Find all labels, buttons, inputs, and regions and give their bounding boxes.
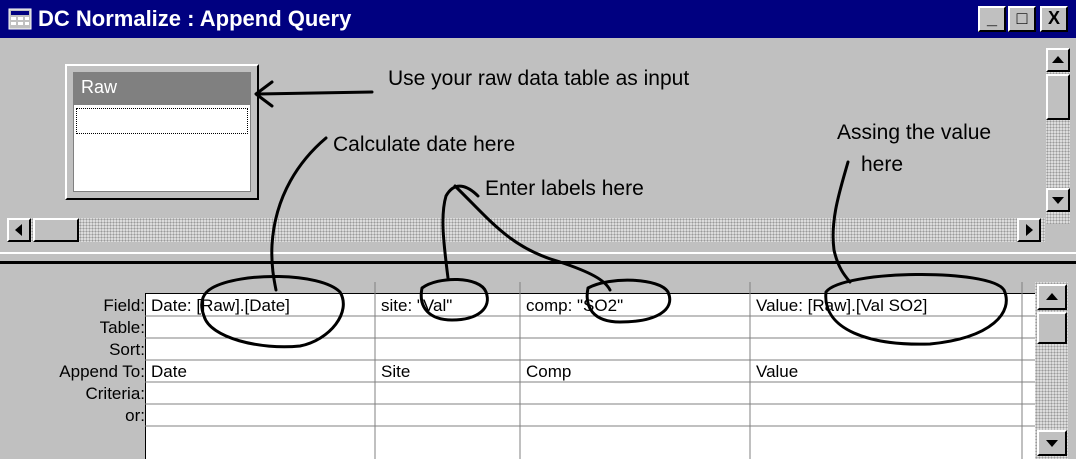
arrow-left-icon xyxy=(15,224,22,236)
arrow-right-icon xyxy=(1026,224,1033,236)
query-design-grid: Field: Table: Sort: Append To: Criteria:… xyxy=(0,264,1076,459)
upper-horizontal-scrollbar[interactable] xyxy=(7,218,1045,242)
upper-scroll-thumb[interactable] xyxy=(1046,74,1070,120)
arrow-down-icon xyxy=(1046,440,1058,447)
table-title[interactable]: Raw xyxy=(73,72,251,104)
raw-table-window[interactable]: Raw xyxy=(65,64,259,200)
annotation-value-line1: Assing the value xyxy=(837,121,992,144)
close-button[interactable]: X xyxy=(1040,6,1068,32)
annotation-labels: Enter labels here xyxy=(485,177,644,200)
pane-splitter[interactable] xyxy=(0,252,1076,264)
arrow-up-icon xyxy=(1046,293,1058,300)
query-icon xyxy=(8,8,32,30)
grid-scroll-thumb[interactable] xyxy=(1037,312,1067,344)
scroll-left-button[interactable] xyxy=(7,218,31,242)
append-cell-site[interactable]: Site xyxy=(377,362,518,382)
grid-scroll-up-button[interactable] xyxy=(1037,284,1067,310)
append-cell-date[interactable]: Date xyxy=(147,362,373,382)
field-cell-comp[interactable]: comp: "SO2" xyxy=(522,296,748,316)
window-title: DC Normalize : Append Query xyxy=(38,6,352,31)
append-cell-value[interactable]: Value xyxy=(752,362,1020,382)
table-field-list[interactable] xyxy=(73,104,251,192)
arrow-down-icon xyxy=(1052,197,1064,204)
table-design-pane: Raw Use your raw data table as input Cal… xyxy=(3,38,1073,250)
annotation-value-line2: here xyxy=(861,153,904,176)
arrow-up-icon xyxy=(1052,56,1064,63)
field-cell-date[interactable]: Date: [Raw].[Date] xyxy=(147,296,373,316)
upper-hscroll-thumb[interactable] xyxy=(33,218,79,242)
annotation-input: Use your raw data table as input xyxy=(388,67,690,90)
field-list-item[interactable] xyxy=(76,108,248,134)
append-cell-comp[interactable]: Comp xyxy=(522,362,748,382)
annotation-date: Calculate date here xyxy=(333,133,516,156)
scroll-right-button[interactable] xyxy=(1017,218,1041,242)
title-bar: DC Normalize : Append Query _ □ X xyxy=(0,0,1076,38)
scroll-down-button[interactable] xyxy=(1046,188,1070,212)
scroll-up-button[interactable] xyxy=(1046,48,1070,72)
grid-scroll-down-button[interactable] xyxy=(1037,430,1067,456)
field-cell-value[interactable]: Value: [Raw].[Val SO2] xyxy=(752,296,1020,316)
maximize-button[interactable]: □ xyxy=(1008,6,1036,32)
minimize-button[interactable]: _ xyxy=(978,6,1006,32)
field-cell-site[interactable]: site: "Val" xyxy=(377,296,518,316)
